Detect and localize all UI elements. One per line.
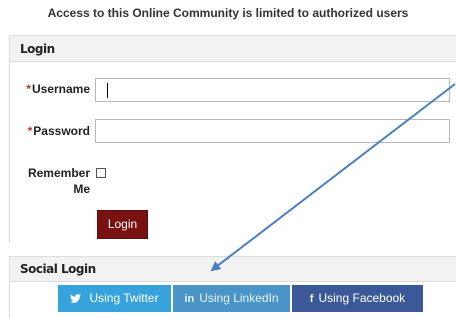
required-mark: * [26,82,31,96]
social-login-panel: Social Login Using Twitter in Using Linke… [9,256,456,318]
access-notice: Access to this Online Community is limit… [47,6,409,20]
password-row: *Password [10,124,90,139]
remember-me-checkbox[interactable] [96,168,106,178]
linkedin-icon: in [184,293,195,305]
login-panel-heading: Login [10,35,456,62]
login-button[interactable]: Login [97,210,148,239]
login-panel: Login *Username *Password Remember Me Lo… [9,35,456,243]
facebook-login-button[interactable]: f Using Facebook [292,285,423,312]
username-input[interactable] [95,78,450,102]
username-label: *Username [26,82,90,96]
twitter-login-label: Using Twitter [89,291,159,305]
password-label: *Password [27,124,90,138]
facebook-login-label: Using Facebook [318,291,406,305]
remember-label-line1: Remember [27,166,90,180]
remember-label-line2: Me [73,182,90,196]
facebook-icon: f [309,293,314,305]
linkedin-login-label: Using LinkedIn [199,291,279,305]
linkedin-login-button[interactable]: in Using LinkedIn [173,285,290,312]
username-row: *Username [10,82,90,97]
required-mark: * [27,124,33,138]
password-input[interactable] [95,119,450,143]
twitter-login-button[interactable]: Using Twitter [58,285,171,312]
text-caret [107,83,108,98]
social-login-heading: Social Login [10,256,456,282]
remember-row: Remember Me [10,166,90,200]
twitter-icon [70,293,84,305]
